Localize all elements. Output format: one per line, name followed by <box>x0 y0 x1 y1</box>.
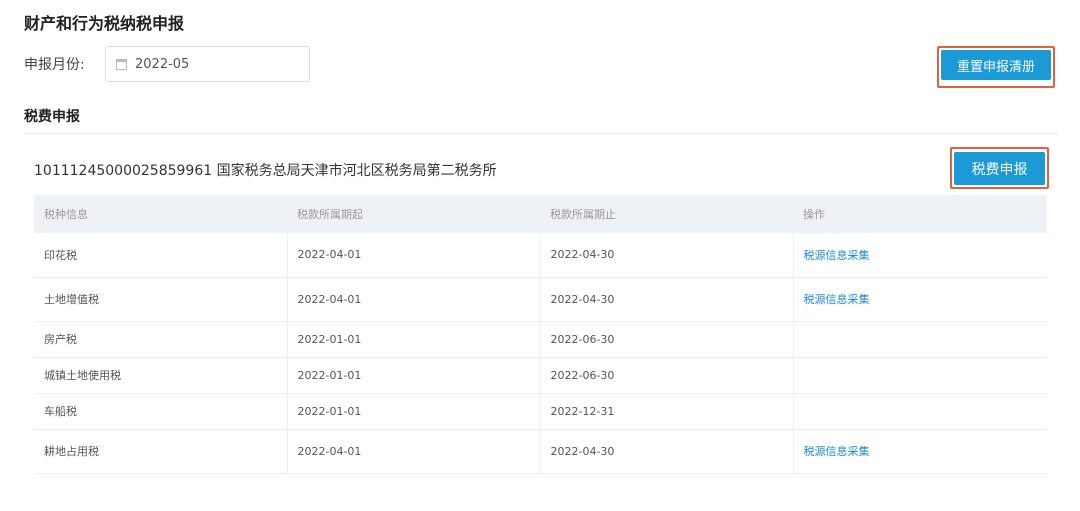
column-header-end: 税款所属期止 <box>540 195 793 233</box>
action-cell <box>793 321 1047 358</box>
tax-name: 城镇土地使用税 <box>34 357 288 394</box>
period-end: 2022-06-30 <box>540 321 794 358</box>
table-row: 耕地占用税 2022-04-01 2022-04-30 税源信息采集 <box>34 429 1047 474</box>
reset-declaration-list-button[interactable]: 重置申报清册 <box>941 50 1051 80</box>
table-row: 房产税 2022-01-01 2022-06-30 <box>34 321 1047 358</box>
tax-name: 房产税 <box>34 321 288 358</box>
table-header-row: 税种信息 税款所属期起 税款所属期止 操作 <box>34 195 1047 233</box>
page-title: 财产和行为税纳税申报 <box>24 14 185 33</box>
column-header-start: 税款所属期起 <box>287 195 540 233</box>
period-end: 2022-04-30 <box>540 233 794 278</box>
table-row: 城镇土地使用税 2022-01-01 2022-06-30 <box>34 357 1047 394</box>
section-divider <box>24 133 1058 134</box>
section-title: 税费申报 <box>24 109 80 125</box>
column-header-tax: 税种信息 <box>34 195 287 233</box>
tax-office-info: 10111245000025859961 国家税务总局天津市河北区税务局第二税务… <box>34 163 497 179</box>
period-start: 2022-04-01 <box>287 429 541 474</box>
table-row: 车船税 2022-01-01 2022-12-31 <box>34 393 1047 430</box>
period-date-picker[interactable]: 2022-05 <box>105 46 310 82</box>
calendar-icon <box>116 58 127 70</box>
tax-name: 耕地占用税 <box>34 429 288 474</box>
period-start: 2022-01-01 <box>287 321 541 358</box>
collect-source-link[interactable]: 税源信息采集 <box>804 293 870 306</box>
collect-source-link[interactable]: 税源信息采集 <box>804 249 870 262</box>
tax-name: 印花税 <box>34 233 288 278</box>
period-value: 2022-05 <box>135 56 190 72</box>
period-start: 2022-04-01 <box>287 277 541 322</box>
period-end: 2022-04-30 <box>540 429 794 474</box>
period-end: 2022-06-30 <box>540 357 794 394</box>
column-header-action: 操作 <box>793 195 1047 233</box>
period-start: 2022-01-01 <box>287 357 541 394</box>
action-cell <box>793 393 1047 430</box>
tax-table: 税种信息 税款所属期起 税款所属期止 操作 印花税 2022-04-01 202… <box>34 195 1047 474</box>
tax-name: 土地增值税 <box>34 277 288 322</box>
tax-declare-button[interactable]: 税费申报 <box>954 152 1045 185</box>
period-start: 2022-04-01 <box>287 233 541 278</box>
period-label: 申报月份: <box>24 57 85 73</box>
period-start: 2022-01-01 <box>287 393 541 430</box>
collect-source-link[interactable]: 税源信息采集 <box>804 445 870 458</box>
tax-name: 车船税 <box>34 393 288 430</box>
period-end: 2022-12-31 <box>540 393 794 430</box>
period-end: 2022-04-30 <box>540 277 794 322</box>
table-row: 土地增值税 2022-04-01 2022-04-30 税源信息采集 <box>34 277 1047 322</box>
action-cell <box>793 357 1047 394</box>
table-row: 印花税 2022-04-01 2022-04-30 税源信息采集 <box>34 233 1047 278</box>
